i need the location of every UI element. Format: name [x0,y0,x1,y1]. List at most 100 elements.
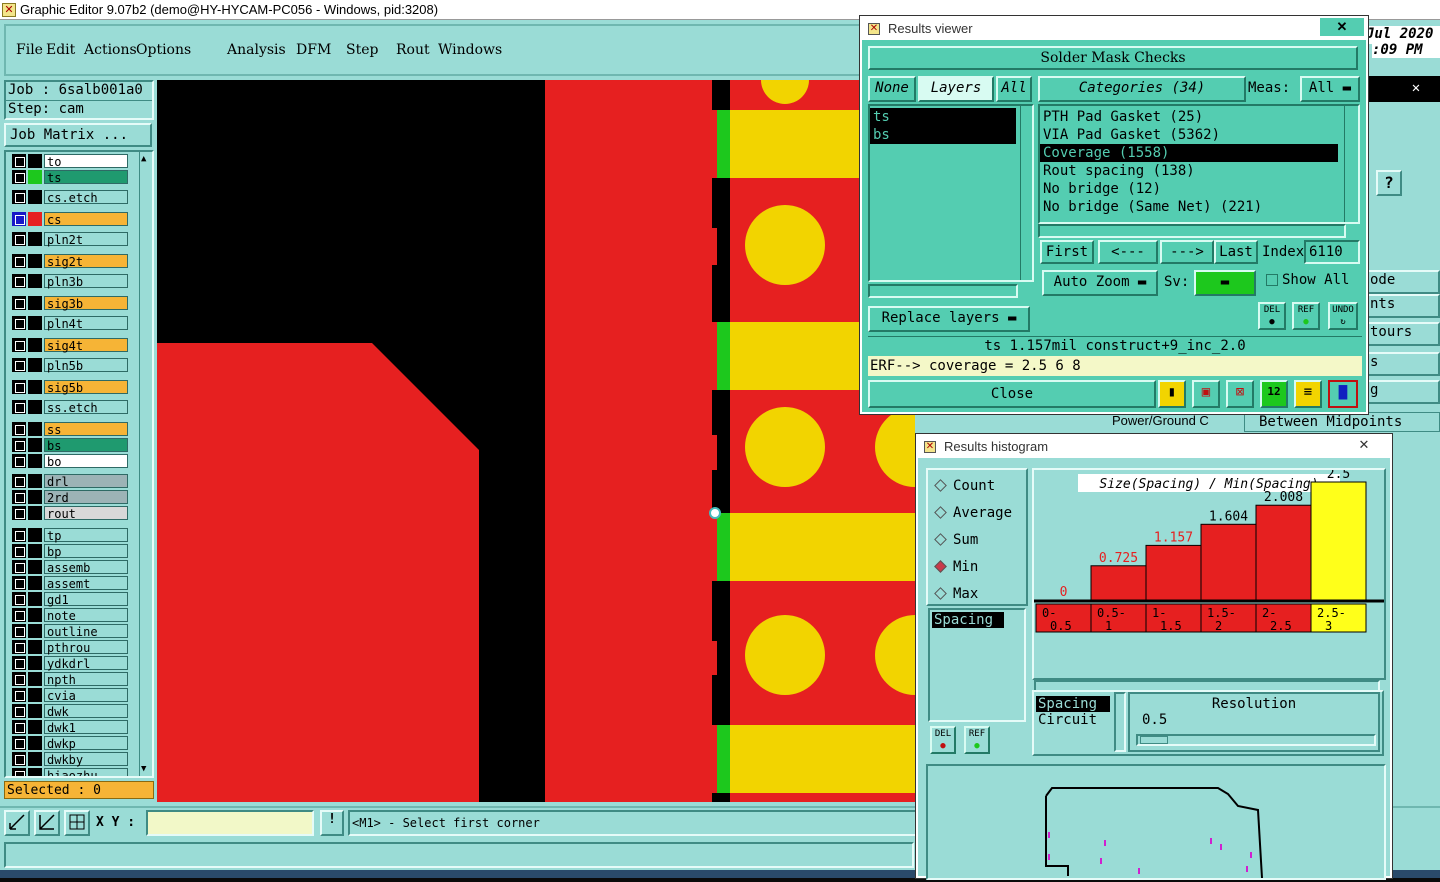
layer-name[interactable]: dwk [44,704,128,719]
layer-name[interactable]: to [44,154,128,169]
layer-checkbox[interactable] [12,624,26,638]
layer-name[interactable]: bs [44,438,128,453]
category-item[interactable]: No bridge (12) [1040,180,1338,198]
layer-color-swatch[interactable] [28,592,42,606]
histogram-bar[interactable] [1255,504,1312,601]
layer-name[interactable]: sig3b [44,296,128,311]
category-item[interactable]: No bridge (Same Net) (221) [1040,198,1338,216]
layer-checkbox[interactable] [12,560,26,574]
layer-checkbox[interactable] [12,380,26,394]
layer-checkbox[interactable] [12,296,26,310]
menu-actions[interactable]: Actions [84,42,137,58]
layer-color-swatch[interactable] [28,170,42,184]
zoom-box-icon[interactable] [4,810,30,836]
close-window-icon[interactable]: ✕ [1320,18,1364,36]
scroll-up-icon[interactable]: ▲ [141,154,151,164]
highlight-icon[interactable]: ▮ [1158,380,1186,408]
layer-name[interactable]: outline [44,624,128,639]
layer-color-swatch[interactable] [28,316,42,330]
mode-radio-average[interactable]: Average [934,505,1012,521]
category-item[interactable]: PTH Pad Gasket (25) [1040,108,1338,126]
close-button[interactable]: Close [868,380,1156,408]
menu-rout[interactable]: Rout [396,42,430,58]
layer-color-swatch[interactable] [28,688,42,702]
report-icon[interactable]: ▣ [1192,380,1220,408]
layer-color-swatch[interactable] [28,422,42,436]
layer-checkbox[interactable] [12,592,26,606]
layer-color-swatch[interactable] [28,254,42,268]
layer-checkbox[interactable] [12,688,26,702]
layer-checkbox[interactable] [12,704,26,718]
layer-checkbox[interactable] [12,170,26,184]
prev-button[interactable]: <--- [1098,240,1158,264]
command-line[interactable] [4,842,914,868]
between-midpoints-option[interactable]: Between Midpoints [1244,412,1440,432]
layer-name[interactable]: ss [44,422,128,437]
layer-results-list[interactable]: ts bs [868,104,1034,282]
layer-color-swatch[interactable] [28,544,42,558]
bottom-list-spacing[interactable]: Spacing [1036,696,1110,712]
layer-name[interactable]: sig5b [44,380,128,395]
auto-zoom-dropdown[interactable]: Auto Zoom ▬ [1042,270,1158,296]
layer-name[interactable]: assemb [44,560,128,575]
layer-name[interactable]: cvia [44,688,128,703]
layer-color-swatch[interactable] [28,576,42,590]
layer-checkbox[interactable] [12,672,26,686]
menu-step[interactable]: Step [346,42,378,58]
layer-name[interactable]: dwkp [44,736,128,751]
histogram-list-item[interactable]: Spacing [932,612,1004,628]
layer-name[interactable]: ss.etch [44,400,128,415]
layer-name[interactable]: cs [44,212,128,227]
layer-color-swatch[interactable] [28,296,42,310]
layer-checkbox[interactable] [12,338,26,352]
layer-color-swatch[interactable] [28,154,42,168]
histogram-list[interactable]: Spacing [928,608,1026,722]
layer-color-swatch[interactable] [28,358,42,372]
layer-color-swatch[interactable] [28,560,42,574]
layer-checkbox[interactable] [12,752,26,766]
layer-name[interactable]: ts [44,170,128,185]
layer-checkbox[interactable] [12,506,26,520]
layer-results-hscroll[interactable] [868,284,1018,298]
none-button[interactable]: None [868,76,916,102]
help-icon[interactable]: ? [1376,170,1402,196]
layer-name[interactable]: dwk1 [44,720,128,735]
layer-color-swatch[interactable] [28,338,42,352]
sv-color-dropdown[interactable]: ▬ [1194,270,1256,296]
bg-item-2[interactable]: tours [1366,322,1440,346]
histogram-icon[interactable]: ▇ [1328,380,1358,408]
layers-button[interactable]: Layers [918,76,994,102]
mode-radio-sum[interactable]: Sum [934,532,978,548]
board-overview[interactable] [926,764,1386,880]
histogram-bar[interactable] [1145,544,1202,601]
layer-color-swatch[interactable] [28,640,42,654]
menu-analysis[interactable]: Analysis [227,42,286,58]
layer-name[interactable]: pln3b [44,274,128,289]
layer-name[interactable]: tp [44,528,128,543]
index-input[interactable]: 6110 [1304,240,1360,264]
layer-name[interactable]: pthrou [44,640,128,655]
layer-name[interactable]: drl [44,474,128,489]
layer-color-swatch[interactable] [28,528,42,542]
layer-checkbox[interactable] [12,656,26,670]
bg-item-1[interactable]: nts [1366,294,1440,318]
bg-item-0[interactable]: ode [1366,270,1440,294]
layer-color-swatch[interactable] [28,438,42,452]
layer-name[interactable]: pln2t [44,232,128,247]
layer-color-swatch[interactable] [28,454,42,468]
layer-name[interactable]: cs.etch [44,190,128,205]
del-button[interactable]: DEL ● [1258,302,1286,330]
layer-name[interactable]: sig4t [44,338,128,353]
category-item[interactable]: VIA Pad Gasket (5362) [1040,126,1338,144]
next-button[interactable]: ---> [1160,240,1214,264]
layer-color-swatch[interactable] [28,608,42,622]
histogram-bar[interactable] [1310,481,1367,601]
xy-input[interactable] [146,810,314,836]
histogram-del-button[interactable]: DEL ● [930,726,956,754]
layer-checkbox[interactable] [12,232,26,246]
mode-radio-max[interactable]: Max [934,586,978,602]
layer-color-swatch[interactable] [28,490,42,504]
layer-name[interactable]: dwkby [44,752,128,767]
measure-icon[interactable] [34,810,60,836]
layer-color-swatch[interactable] [28,768,42,776]
